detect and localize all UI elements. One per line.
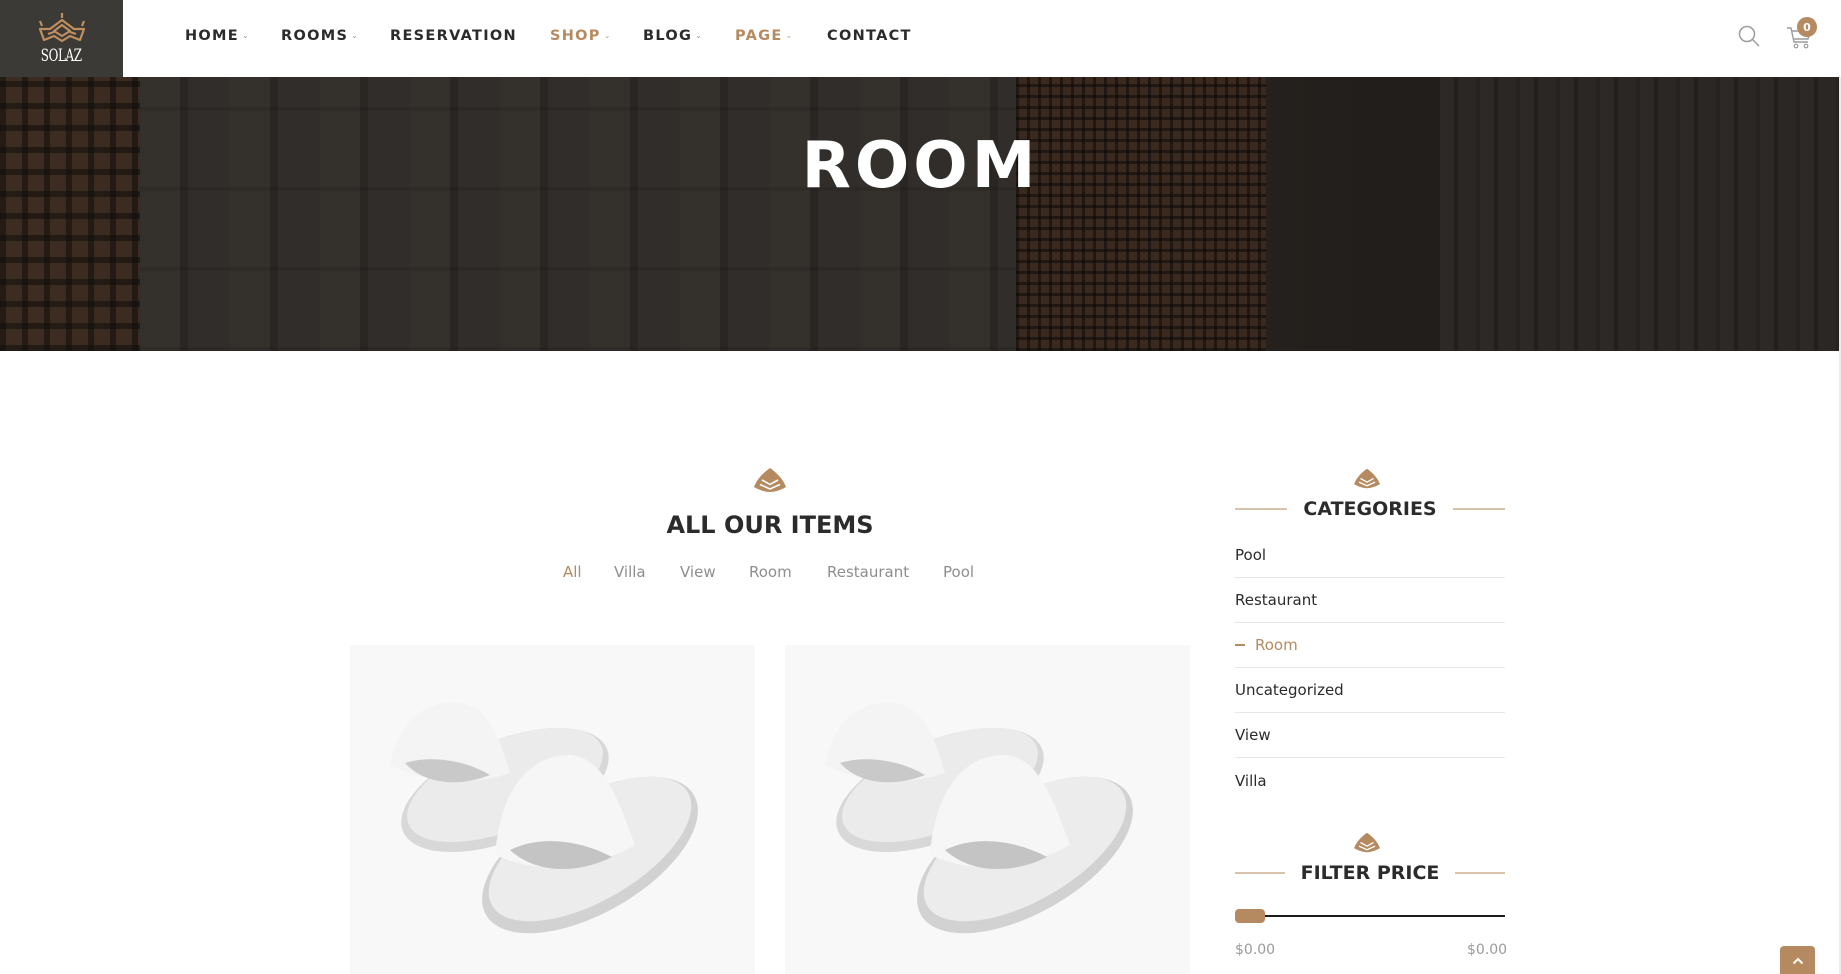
scroll-to-top-button[interactable]: [1780, 946, 1815, 974]
nav-reservation[interactable]: RESERVATION: [390, 28, 517, 44]
page-hero-banner: ROOM: [0, 77, 1841, 351]
slider-handle[interactable]: [1235, 909, 1265, 923]
widget-title: FILTER PRICE: [1300, 862, 1440, 884]
chevron-down-icon: ⌄: [351, 31, 358, 40]
site-header: SOLAZ HOME ⌄ ROOMS ⌄ RESERVATION SHOP ⌄ BLO…: [0, 0, 1841, 77]
section-heading: ALL OUR ITEMS: [666, 511, 874, 539]
category-item-villa[interactable]: Villa: [1235, 758, 1505, 803]
nav-label: ROOMS: [281, 28, 349, 44]
category-item-uncategorized[interactable]: Uncategorized: [1235, 668, 1505, 713]
hero-overlay: [0, 77, 1841, 351]
categories-widget-header: CATEGORIES: [1235, 494, 1506, 524]
crown-logo-icon: [38, 13, 85, 43]
filter-tab-all[interactable]: All: [563, 563, 582, 581]
category-label: Restaurant: [1235, 591, 1318, 609]
category-label: Pool: [1235, 546, 1267, 564]
nav-label: RESERVATION: [390, 28, 517, 44]
filter-price-widget-header: FILTER PRICE: [1235, 858, 1505, 888]
category-label: Room: [1255, 636, 1298, 654]
category-item-pool[interactable]: Pool: [1235, 533, 1505, 578]
nav-page[interactable]: PAGE ⌄: [735, 28, 792, 44]
divider: [1235, 508, 1288, 510]
nav-blog[interactable]: BLOG ⌄: [643, 28, 702, 44]
nav-home[interactable]: HOME ⌄: [185, 28, 249, 44]
nav-label: SHOP: [550, 28, 601, 44]
nav-shop[interactable]: SHOP ⌄: [550, 28, 610, 44]
category-list: Pool Restaurant Room Uncategorized View …: [1235, 533, 1505, 803]
nav-label: PAGE: [735, 28, 783, 44]
logo-text: SOLAZ: [41, 46, 82, 66]
dash-icon: [1235, 644, 1245, 646]
filter-tab-room[interactable]: Room: [749, 563, 792, 581]
price-min-label: $0.00: [1235, 942, 1276, 958]
slippers-image: [390, 702, 698, 934]
chevron-up-icon: [1792, 957, 1803, 965]
price-range-slider[interactable]: [1235, 909, 1505, 923]
category-label: View: [1235, 726, 1271, 744]
nav-label: CONTACT: [827, 28, 912, 44]
category-item-view[interactable]: View: [1235, 713, 1505, 758]
filter-tab-pool[interactable]: Pool: [943, 563, 974, 581]
divider: [1452, 508, 1506, 510]
product-card[interactable]: [785, 645, 1190, 974]
slider-track: [1235, 915, 1505, 917]
product-card[interactable]: [350, 645, 755, 974]
divider: [1235, 872, 1285, 874]
filter-tab-view[interactable]: View: [680, 563, 716, 581]
chevron-down-icon: ⌄: [242, 31, 249, 40]
chevron-down-icon: ⌄: [603, 31, 611, 40]
filter-tab-restaurant[interactable]: Restaurant: [827, 563, 909, 581]
page-title: ROOM: [801, 129, 1040, 203]
chevron-down-icon: ⌄: [785, 31, 793, 40]
slippers-image: [825, 702, 1133, 934]
widget-title: CATEGORIES: [1303, 498, 1437, 520]
layers-icon: [1354, 832, 1380, 853]
site-logo[interactable]: SOLAZ: [0, 0, 123, 77]
nav-label: BLOG: [643, 28, 693, 44]
nav-label: HOME: [185, 28, 239, 44]
category-label: Uncategorized: [1235, 681, 1344, 699]
filter-tab-villa[interactable]: Villa: [614, 563, 646, 581]
cart-count-badge: 0: [1797, 17, 1817, 37]
nav-contact[interactable]: CONTACT: [827, 28, 912, 44]
layers-icon: [754, 468, 786, 492]
nav-rooms[interactable]: ROOMS ⌄: [281, 28, 358, 44]
price-max-label: $0.00: [1467, 942, 1508, 958]
chevron-down-icon: ⌄: [695, 31, 702, 40]
search-icon[interactable]: [1737, 24, 1761, 48]
divider: [1455, 872, 1505, 874]
layers-icon: [1354, 468, 1380, 489]
category-label: Villa: [1235, 771, 1267, 790]
category-item-restaurant[interactable]: Restaurant: [1235, 578, 1505, 623]
category-item-room[interactable]: Room: [1235, 623, 1505, 668]
